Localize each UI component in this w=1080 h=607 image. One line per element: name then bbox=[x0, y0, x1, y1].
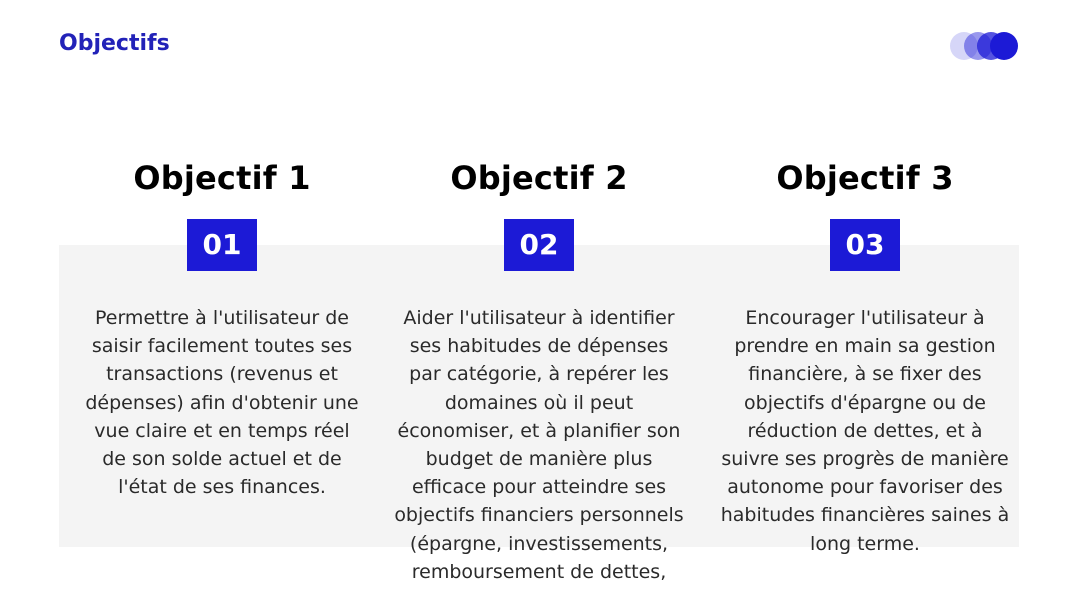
page-title: Objectifs bbox=[59, 31, 170, 56]
objective-description: Encourager l'utilisateur à prendre en ma… bbox=[720, 307, 1010, 555]
objective-number-badge: 03 bbox=[830, 219, 900, 271]
objective-number-badge: 02 bbox=[504, 219, 574, 271]
objective-title: Objectif 1 bbox=[133, 159, 311, 197]
objective-description: Permettre à l'utilisateur de saisir faci… bbox=[85, 307, 359, 499]
decorative-dots-icon bbox=[950, 32, 1020, 60]
objective-card-2: Objectif 2 02 Aider l'utilisateur à iden… bbox=[389, 158, 689, 586]
objective-title: Objectif 2 bbox=[450, 159, 628, 197]
dot-icon bbox=[990, 32, 1018, 60]
objective-title: Objectif 3 bbox=[776, 159, 954, 197]
objective-number-badge: 01 bbox=[187, 219, 257, 271]
objective-card-3: Objectif 3 03 Encourager l'utilisateur à… bbox=[715, 158, 1015, 558]
objective-description: Aider l'utilisateur à identifier ses hab… bbox=[394, 307, 684, 583]
objective-card-1: Objectif 1 01 Permettre à l'utilisateur … bbox=[72, 158, 372, 501]
